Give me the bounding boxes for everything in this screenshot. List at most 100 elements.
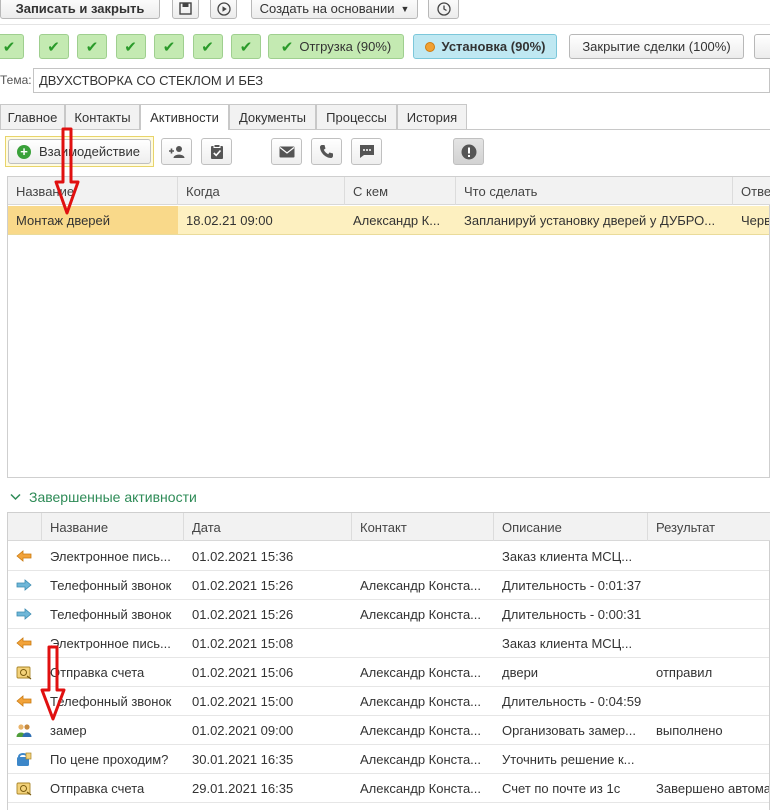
phone-call-button[interactable] — [311, 138, 342, 165]
col-header-when[interactable]: Когда — [178, 177, 345, 205]
completed-activities-table: Название Дата Контакт Описание Результат… — [7, 512, 770, 810]
message-button[interactable] — [351, 138, 382, 165]
important-filter-button[interactable] — [453, 138, 484, 165]
stage-completed-6[interactable]: ✔ — [192, 34, 223, 59]
cell-result — [648, 600, 769, 628]
save-button[interactable] — [172, 0, 199, 19]
save-and-close-button[interactable]: Записать и закрыть — [0, 0, 160, 19]
cell-date: 29.01.2021 16:35 — [192, 780, 294, 796]
col-header-result[interactable]: Результат — [648, 513, 770, 541]
add-person-icon — [168, 145, 184, 158]
col-header-contact[interactable]: Контакт — [352, 513, 494, 541]
cell-result — [648, 745, 769, 773]
check-icon: ✔ — [280, 38, 294, 56]
table-row[interactable]: Отправка счета 01.02.2021 15:06 Александр … — [8, 658, 769, 687]
check-icon: ✔ — [162, 38, 176, 56]
check-icon: ✔ — [201, 38, 214, 56]
tab-processes[interactable]: Процессы — [316, 104, 397, 129]
check-icon: ✔ — [124, 38, 137, 56]
create-based-on-label: Создать на основании — [259, 1, 395, 16]
tab-documents[interactable]: Документы — [229, 104, 316, 129]
table-row[interactable]: Телефонный звонок 01.02.2021 15:26 Алексан… — [8, 571, 769, 600]
table-row[interactable]: Монтаж дверей 18.02.21 09:00 Александр К… — [8, 206, 769, 235]
clock-icon — [436, 1, 451, 16]
cell-date: 01.02.2021 15:36 — [192, 548, 294, 564]
tab-history[interactable]: История — [397, 104, 467, 129]
stage-completed-7[interactable]: ✔ — [231, 34, 261, 59]
cell-result — [648, 571, 769, 599]
run-button[interactable] — [210, 0, 237, 19]
cell-todo: Запланируй установку дверей у ДУБРО... — [464, 212, 716, 228]
cell-date: 30.01.2021 16:35 — [192, 751, 294, 767]
stage-shipment[interactable]: ✔ Отгрузка (90%) — [268, 34, 404, 59]
tab-contacts[interactable]: Контакты — [65, 104, 140, 129]
col-header-with-whom[interactable]: С кем — [345, 177, 456, 205]
cell-description: Заказ клиента МСЦ... — [502, 635, 633, 651]
stage-more[interactable] — [754, 34, 770, 59]
stage-shipment-label: Отгрузка (90%) — [299, 39, 392, 54]
check-icon: ✔ — [239, 38, 253, 56]
stage-completed-1[interactable]: ✔ — [0, 34, 24, 59]
cell-name: Телефонный звонок — [50, 577, 172, 593]
email-in-icon — [8, 687, 42, 715]
col-header-name[interactable]: Название — [42, 513, 184, 541]
cell-date: 01.02.2021 09:00 — [192, 722, 294, 738]
phone-task-icon — [8, 745, 42, 773]
completed-section-toggle[interactable]: Завершенные активности — [10, 489, 197, 505]
cell-result — [648, 629, 769, 657]
cell-description: Заказ клиента МСЦ... — [502, 548, 633, 564]
subject-field[interactable]: ДВУХСТВОРКА СО СТЕКЛОМ И БЕЗ — [33, 68, 770, 93]
table-row[interactable]: Электронное пись... 01.02.2021 15:08 Заказ… — [8, 629, 769, 658]
cell-result — [648, 687, 769, 715]
cell-date: 01.02.2021 15:26 — [192, 577, 294, 593]
col-header-responsible[interactable]: Отве — [733, 177, 770, 205]
history-button[interactable] — [428, 0, 459, 19]
cell-name: Телефонный звонок — [50, 606, 172, 622]
tab-main-label: Главное — [7, 109, 58, 125]
stage-completed-5[interactable]: ✔ — [154, 34, 184, 59]
active-activities-table: Название Когда С кем Что сделать Отве Мо… — [7, 176, 770, 478]
tab-main[interactable]: Главное — [0, 104, 65, 129]
table-row[interactable]: Отправка счета 29.01.2021 16:35 Александр … — [8, 774, 769, 803]
add-task-button[interactable] — [201, 138, 232, 165]
envelope-icon — [279, 146, 294, 157]
cell-contact: Александр Конста... — [360, 693, 482, 709]
stage-completed-2[interactable]: ✔ — [38, 34, 69, 59]
stage-installation[interactable]: Установка (90%) — [413, 34, 557, 59]
col-header-todo[interactable]: Что сделать — [456, 177, 733, 205]
create-based-on-button[interactable]: Создать на основании ▼ — [251, 0, 418, 19]
table-row[interactable]: По цене проходим? 30.01.2021 16:35 Алексан… — [8, 745, 769, 774]
stage-closing[interactable]: Закрытие сделки (100%) — [569, 34, 744, 59]
cell-with-whom: Александр К... — [353, 212, 441, 228]
stage-completed-4[interactable]: ✔ — [115, 34, 146, 59]
stage-completed-3[interactable]: ✔ — [77, 34, 107, 59]
table-row[interactable]: Телефонный звонок 01.02.2021 15:00 Алексан… — [8, 687, 769, 716]
chat-icon — [359, 145, 374, 158]
tab-activities[interactable]: Активности — [140, 104, 229, 130]
cell-description: Счет по почте из 1с — [502, 780, 621, 796]
col-header-name[interactable]: Название — [8, 177, 178, 205]
col-header-date[interactable]: Дата — [184, 513, 352, 541]
meeting-icon — [8, 716, 42, 744]
annotation-arrow-bottom — [40, 645, 66, 721]
check-icon: ✔ — [47, 38, 60, 56]
active-table-header: Название Когда С кем Что сделать Отве — [8, 177, 770, 205]
phone-icon — [320, 145, 333, 158]
add-contact-button[interactable] — [161, 138, 192, 165]
cell-name: По цене проходим? — [50, 751, 169, 767]
email-button[interactable] — [271, 138, 302, 165]
table-row[interactable]: Телефонный звонок 01.02.2021 15:26 Алексан… — [8, 600, 769, 629]
cell-description: Длительность - 0:04:59 — [502, 693, 642, 709]
cell-result: Завершено автомат — [656, 780, 769, 796]
table-row[interactable]: замер 01.02.2021 09:00 Александр Конста...… — [8, 716, 769, 745]
col-header-description[interactable]: Описание — [494, 513, 648, 541]
cell-result: выполнено — [656, 722, 723, 738]
cell-description: Длительность - 0:00:31 — [502, 606, 642, 622]
tab-documents-label: Документы — [238, 109, 306, 125]
table-row[interactable]: Электронное пись... 01.02.2021 15:36 Заказ… — [8, 542, 769, 571]
check-icon: ✔ — [85, 38, 99, 56]
invoice-icon — [8, 658, 42, 686]
cell-description: Длительность - 0:01:37 — [502, 577, 642, 593]
cell-responsible: Черв — [741, 212, 769, 228]
check-icon: ✔ — [2, 38, 16, 56]
